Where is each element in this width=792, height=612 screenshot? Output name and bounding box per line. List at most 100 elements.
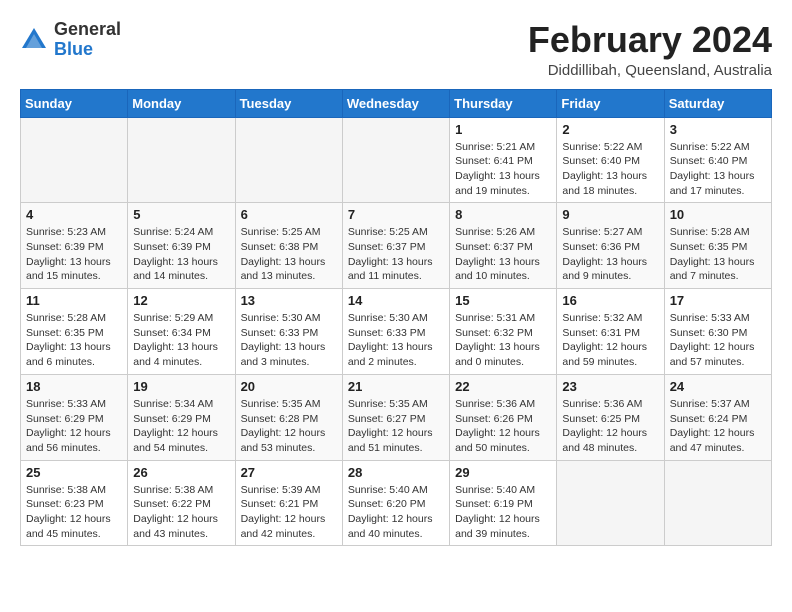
day-number: 2 (562, 122, 658, 137)
calendar-cell: 10 Sunrise: 5:28 AM Sunset: 6:35 PM Dayli… (664, 203, 771, 289)
day-info: Sunrise: 5:25 AM Sunset: 6:38 PM Dayligh… (241, 225, 337, 284)
calendar-cell: 1 Sunrise: 5:21 AM Sunset: 6:41 PM Daylig… (450, 117, 557, 203)
day-number: 5 (133, 207, 229, 222)
logo-blue: Blue (54, 39, 93, 59)
day-info: Sunrise: 5:36 AM Sunset: 6:25 PM Dayligh… (562, 397, 658, 456)
day-info: Sunrise: 5:25 AM Sunset: 6:37 PM Dayligh… (348, 225, 444, 284)
day-info: Sunrise: 5:30 AM Sunset: 6:33 PM Dayligh… (241, 311, 337, 370)
weekday-header-monday: Monday (128, 89, 235, 117)
calendar-cell (235, 117, 342, 203)
day-info: Sunrise: 5:33 AM Sunset: 6:29 PM Dayligh… (26, 397, 122, 456)
day-info: Sunrise: 5:29 AM Sunset: 6:34 PM Dayligh… (133, 311, 229, 370)
calendar-cell: 23 Sunrise: 5:36 AM Sunset: 6:25 PM Dayli… (557, 374, 664, 460)
day-number: 6 (241, 207, 337, 222)
day-number: 17 (670, 293, 766, 308)
day-number: 16 (562, 293, 658, 308)
weekday-header-saturday: Saturday (664, 89, 771, 117)
day-info: Sunrise: 5:35 AM Sunset: 6:28 PM Dayligh… (241, 397, 337, 456)
calendar-cell: 18 Sunrise: 5:33 AM Sunset: 6:29 PM Dayli… (21, 374, 128, 460)
calendar-cell: 4Sunrise: 5:23 AM Sunset: 6:39 PM Daylig… (21, 203, 128, 289)
day-info: Sunrise: 5:22 AM Sunset: 6:40 PM Dayligh… (670, 140, 766, 199)
day-number: 19 (133, 379, 229, 394)
calendar-cell: 9 Sunrise: 5:27 AM Sunset: 6:36 PM Daylig… (557, 203, 664, 289)
calendar-cell: 3 Sunrise: 5:22 AM Sunset: 6:40 PM Daylig… (664, 117, 771, 203)
day-info: Sunrise: 5:28 AM Sunset: 6:35 PM Dayligh… (670, 225, 766, 284)
calendar-cell: 28 Sunrise: 5:40 AM Sunset: 6:20 PM Dayli… (342, 460, 449, 546)
day-info: Sunrise: 5:26 AM Sunset: 6:37 PM Dayligh… (455, 225, 551, 284)
week-row-4: 18 Sunrise: 5:33 AM Sunset: 6:29 PM Dayli… (21, 374, 772, 460)
calendar-cell: 16 Sunrise: 5:32 AM Sunset: 6:31 PM Dayli… (557, 289, 664, 375)
day-number: 20 (241, 379, 337, 394)
calendar-cell: 22 Sunrise: 5:36 AM Sunset: 6:26 PM Dayli… (450, 374, 557, 460)
month-year: February 2024 (528, 20, 772, 60)
calendar-table: SundayMondayTuesdayWednesdayThursdayFrid… (20, 89, 772, 547)
week-row-3: 11Sunrise: 5:28 AM Sunset: 6:35 PM Dayli… (21, 289, 772, 375)
day-info: Sunrise: 5:40 AM Sunset: 6:20 PM Dayligh… (348, 483, 444, 542)
weekday-header-thursday: Thursday (450, 89, 557, 117)
page-header: General Blue February 2024 Diddillibah, … (20, 20, 772, 79)
logo-icon (20, 26, 48, 54)
calendar-cell: 13 Sunrise: 5:30 AM Sunset: 6:33 PM Dayli… (235, 289, 342, 375)
day-number: 23 (562, 379, 658, 394)
day-info: Sunrise: 5:27 AM Sunset: 6:36 PM Dayligh… (562, 225, 658, 284)
day-number: 27 (241, 465, 337, 480)
day-info: Sunrise: 5:30 AM Sunset: 6:33 PM Dayligh… (348, 311, 444, 370)
day-info: Sunrise: 5:24 AM Sunset: 6:39 PM Dayligh… (133, 225, 229, 284)
calendar-cell: 6 Sunrise: 5:25 AM Sunset: 6:38 PM Daylig… (235, 203, 342, 289)
day-number: 26 (133, 465, 229, 480)
calendar-cell: 7 Sunrise: 5:25 AM Sunset: 6:37 PM Daylig… (342, 203, 449, 289)
calendar-cell: 8 Sunrise: 5:26 AM Sunset: 6:37 PM Daylig… (450, 203, 557, 289)
day-number: 1 (455, 122, 551, 137)
calendar-cell (664, 460, 771, 546)
calendar-cell: 24 Sunrise: 5:37 AM Sunset: 6:24 PM Dayli… (664, 374, 771, 460)
weekday-header-tuesday: Tuesday (235, 89, 342, 117)
weekday-header-row: SundayMondayTuesdayWednesdayThursdayFrid… (21, 89, 772, 117)
day-info: Sunrise: 5:32 AM Sunset: 6:31 PM Dayligh… (562, 311, 658, 370)
day-number: 3 (670, 122, 766, 137)
day-info: Sunrise: 5:33 AM Sunset: 6:30 PM Dayligh… (670, 311, 766, 370)
calendar-cell (557, 460, 664, 546)
day-number: 13 (241, 293, 337, 308)
day-number: 29 (455, 465, 551, 480)
calendar-cell: 14Sunrise: 5:30 AM Sunset: 6:33 PM Dayli… (342, 289, 449, 375)
day-info: Sunrise: 5:23 AM Sunset: 6:39 PM Dayligh… (26, 225, 122, 284)
calendar-cell: 11Sunrise: 5:28 AM Sunset: 6:35 PM Dayli… (21, 289, 128, 375)
day-info: Sunrise: 5:21 AM Sunset: 6:41 PM Dayligh… (455, 140, 551, 199)
calendar-cell: 12Sunrise: 5:29 AM Sunset: 6:34 PM Dayli… (128, 289, 235, 375)
calendar-cell: 29 Sunrise: 5:40 AM Sunset: 6:19 PM Dayli… (450, 460, 557, 546)
calendar-cell: 25 Sunrise: 5:38 AM Sunset: 6:23 PM Dayli… (21, 460, 128, 546)
day-number: 9 (562, 207, 658, 222)
day-info: Sunrise: 5:28 AM Sunset: 6:35 PM Dayligh… (26, 311, 122, 370)
day-number: 18 (26, 379, 122, 394)
day-number: 22 (455, 379, 551, 394)
day-number: 7 (348, 207, 444, 222)
logo: General Blue (20, 20, 121, 60)
day-info: Sunrise: 5:36 AM Sunset: 6:26 PM Dayligh… (455, 397, 551, 456)
day-info: Sunrise: 5:37 AM Sunset: 6:24 PM Dayligh… (670, 397, 766, 456)
calendar-cell: 27 Sunrise: 5:39 AM Sunset: 6:21 PM Dayli… (235, 460, 342, 546)
week-row-5: 25 Sunrise: 5:38 AM Sunset: 6:23 PM Dayli… (21, 460, 772, 546)
day-number: 10 (670, 207, 766, 222)
day-info: Sunrise: 5:39 AM Sunset: 6:21 PM Dayligh… (241, 483, 337, 542)
logo-general: General (54, 19, 121, 39)
day-number: 24 (670, 379, 766, 394)
location: Diddillibah, Queensland, Australia (528, 62, 772, 79)
week-row-1: 1 Sunrise: 5:21 AM Sunset: 6:41 PM Daylig… (21, 117, 772, 203)
logo-text: General Blue (54, 20, 121, 60)
title-block: February 2024 Diddillibah, Queensland, A… (528, 20, 772, 79)
day-info: Sunrise: 5:34 AM Sunset: 6:29 PM Dayligh… (133, 397, 229, 456)
calendar-cell (342, 117, 449, 203)
day-number: 25 (26, 465, 122, 480)
day-info: Sunrise: 5:40 AM Sunset: 6:19 PM Dayligh… (455, 483, 551, 542)
day-number: 8 (455, 207, 551, 222)
day-info: Sunrise: 5:38 AM Sunset: 6:23 PM Dayligh… (26, 483, 122, 542)
day-info: Sunrise: 5:31 AM Sunset: 6:32 PM Dayligh… (455, 311, 551, 370)
calendar-cell: 17 Sunrise: 5:33 AM Sunset: 6:30 PM Dayli… (664, 289, 771, 375)
day-number: 21 (348, 379, 444, 394)
weekday-header-sunday: Sunday (21, 89, 128, 117)
weekday-header-wednesday: Wednesday (342, 89, 449, 117)
weekday-header-friday: Friday (557, 89, 664, 117)
calendar-cell: 26Sunrise: 5:38 AM Sunset: 6:22 PM Dayli… (128, 460, 235, 546)
calendar-cell: 20 Sunrise: 5:35 AM Sunset: 6:28 PM Dayli… (235, 374, 342, 460)
day-number: 28 (348, 465, 444, 480)
